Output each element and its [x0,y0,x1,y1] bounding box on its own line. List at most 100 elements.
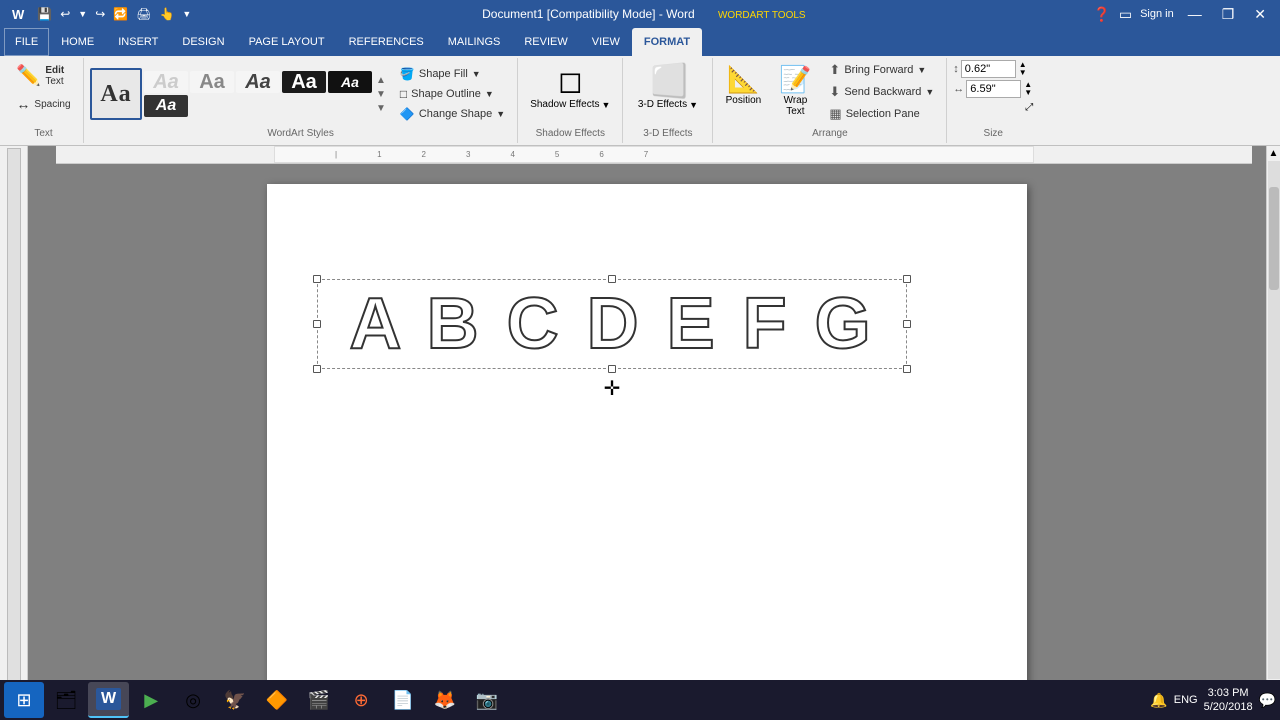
close-button[interactable]: ✕ [1248,4,1272,25]
scroll-up-button[interactable]: ▲ [1267,146,1280,161]
bring-forward-button[interactable]: ⬆ Bring Forward ▼ [823,60,940,80]
wordart-style-6[interactable]: Aa [328,71,372,93]
tab-design[interactable]: DESIGN [170,28,236,56]
taskbar-video-editor[interactable]: 🎬 [299,682,339,718]
taskbar-pdf[interactable]: 📄 [383,682,423,718]
tab-page-layout[interactable]: PAGE LAYOUT [237,28,337,56]
app-body: | 1 2 3 4 5 6 7 [0,146,1280,694]
start-button[interactable]: ⊞ [4,682,44,718]
taskbar-firefox[interactable]: 🦊 [425,682,465,718]
notifications-button[interactable]: 💬 [1259,692,1276,709]
width-input[interactable] [966,80,1021,98]
handle-bottom-left[interactable] [313,365,321,373]
3d-effects-arrow[interactable]: ▼ [689,100,698,110]
handle-top-middle[interactable] [608,275,616,283]
wordart-style-selected[interactable]: Aa [90,68,142,120]
selection-pane-button[interactable]: ▦ Selection Pane [823,104,940,124]
handle-top-right[interactable] [903,275,911,283]
restore-button[interactable]: ❐ [1216,4,1241,25]
tab-file[interactable]: FILE [4,28,49,56]
wrap-text-button[interactable]: 📝 Wrap Text [771,60,819,121]
taskbar-chrome[interactable]: ◎ [173,682,213,718]
height-spinner[interactable]: ▲ ▼ [1018,61,1028,77]
repeat-icon[interactable]: 🔁 [110,5,131,23]
width-decrement[interactable]: ▼ [1023,89,1033,97]
language-indicator[interactable]: ENG [1174,694,1198,706]
main-scrollbar[interactable]: ▲ ▼ [1266,146,1280,694]
touch-icon[interactable]: 👆 [156,5,177,23]
undo-dropdown-icon[interactable]: ▼ [75,7,90,21]
taskbar-word[interactable]: W [88,682,129,718]
tab-view[interactable]: VIEW [580,28,632,56]
taskbar-camera-app[interactable]: 📷 [467,682,507,718]
bring-forward-arrow[interactable]: ▼ [917,65,926,75]
shape-outline-arrow[interactable]: ▼ [485,89,494,99]
handle-bottom-right[interactable] [903,365,911,373]
tab-mailings[interactable]: MAILINGS [436,28,513,56]
shape-outline-button[interactable]: □ Shape Outline ▼ [394,85,511,103]
send-backward-arrow[interactable]: ▼ [925,87,934,97]
wordart-scroll-up[interactable]: ▲ [374,74,388,87]
change-shape-arrow[interactable]: ▼ [496,109,505,119]
taskbar-media-player[interactable]: ▶ [131,682,171,718]
spacing-button[interactable]: ↔ Spacing [12,93,74,115]
shadow-effects-arrow[interactable]: ▼ [602,100,611,110]
redo-icon[interactable]: ↪ [92,5,108,23]
title-left: W 💾 ↩ ▼ ↪ 🔁 🖨 👆 ▼ [8,5,194,23]
sign-in-label[interactable]: Sign in [1140,8,1174,20]
scroll-thumb[interactable] [1269,187,1279,291]
shape-controls: 🪣 Shape Fill ▼ □ Shape Outline ▼ 🔷 Chang… [394,65,511,123]
wordart-style-2[interactable]: Aa [144,71,188,93]
ribbon-display-icon[interactable]: ▭ [1119,6,1132,23]
tab-format[interactable]: FORMAT [632,28,702,56]
position-button[interactable]: 📐 Position [719,60,767,110]
tab-insert[interactable]: INSERT [106,28,170,56]
taskbar-app5[interactable]: 🦅 [215,682,255,718]
print-preview-icon[interactable]: 🖨 [133,5,154,23]
wordart-style-3[interactable]: Aa [190,71,234,93]
taskbar-right: 🔔 ENG 3:03 PM 5/20/2018 💬 [1150,686,1276,715]
wordart-style-7[interactable]: Aa [144,95,188,117]
wordart-scroll-more[interactable]: ▼ [374,102,388,115]
scroll-track[interactable] [1268,161,1280,679]
change-shape-button[interactable]: 🔷 Change Shape ▼ [394,105,511,123]
edit-label: Edit [45,65,64,76]
shadow-effects-button[interactable]: ◻ Shadow Effects ▼ [524,60,616,114]
wordart-style-5[interactable]: Aa [282,71,326,93]
wordart-container[interactable]: A B C D E F G ✛ [317,279,907,369]
undo-icon[interactable]: ↩ [57,5,73,23]
wordart-style-4[interactable]: Aa [236,71,280,93]
tab-home[interactable]: HOME [49,28,106,56]
handle-middle-left[interactable] [313,320,321,328]
wordart-scroll-down[interactable]: ▼ [374,88,388,101]
taskbar-vlc[interactable]: 🔶 [257,682,297,718]
save-icon[interactable]: 💾 [34,5,55,23]
shape-fill-arrow[interactable]: ▼ [472,69,481,79]
taskbar: ⊞ 🗂 W ▶ ◎ 🦅 🔶 🎬 ⊕ 📄 🦊 📷 🔔 ENG 3:03 PM 5/… [0,680,1280,720]
wordart-text[interactable]: A B C D E F G [321,283,903,365]
customize-qa-icon[interactable]: ▼ [179,7,194,21]
tab-references[interactable]: REFERENCES [337,28,436,56]
width-input-row: ↔ ▲ ▼ [953,80,1033,98]
minimize-button[interactable]: — [1182,4,1208,24]
text-label-under: Text [45,76,64,87]
tab-review[interactable]: REVIEW [512,28,579,56]
handle-top-left[interactable] [313,275,321,283]
3d-effects-button[interactable]: ⬜ 3-D Effects ▼ [632,60,704,114]
notification-icon[interactable]: 🔔 [1150,692,1167,709]
handle-middle-right[interactable] [903,320,911,328]
spacing-label: Spacing [34,99,70,110]
handle-bottom-middle[interactable] [608,365,616,373]
help-icon[interactable]: ❓ [1093,6,1110,23]
height-input[interactable] [961,60,1016,78]
send-backward-button[interactable]: ⬇ Send Backward ▼ [823,82,940,102]
height-decrement[interactable]: ▼ [1018,69,1028,77]
edit-text-button[interactable]: ✏️ Edit Text [12,60,68,91]
wordart-style-scroll[interactable]: ▲ ▼ ▼ [374,74,388,115]
camera-icon: 📷 [476,690,498,711]
taskbar-file-explorer[interactable]: 🗂 [46,682,86,718]
width-spinner[interactable]: ▲ ▼ [1023,81,1033,97]
taskbar-browser2[interactable]: ⊕ [341,682,381,718]
size-expand-icon[interactable]: ⤢ [1025,102,1033,113]
shape-fill-button[interactable]: 🪣 Shape Fill ▼ [394,65,511,83]
